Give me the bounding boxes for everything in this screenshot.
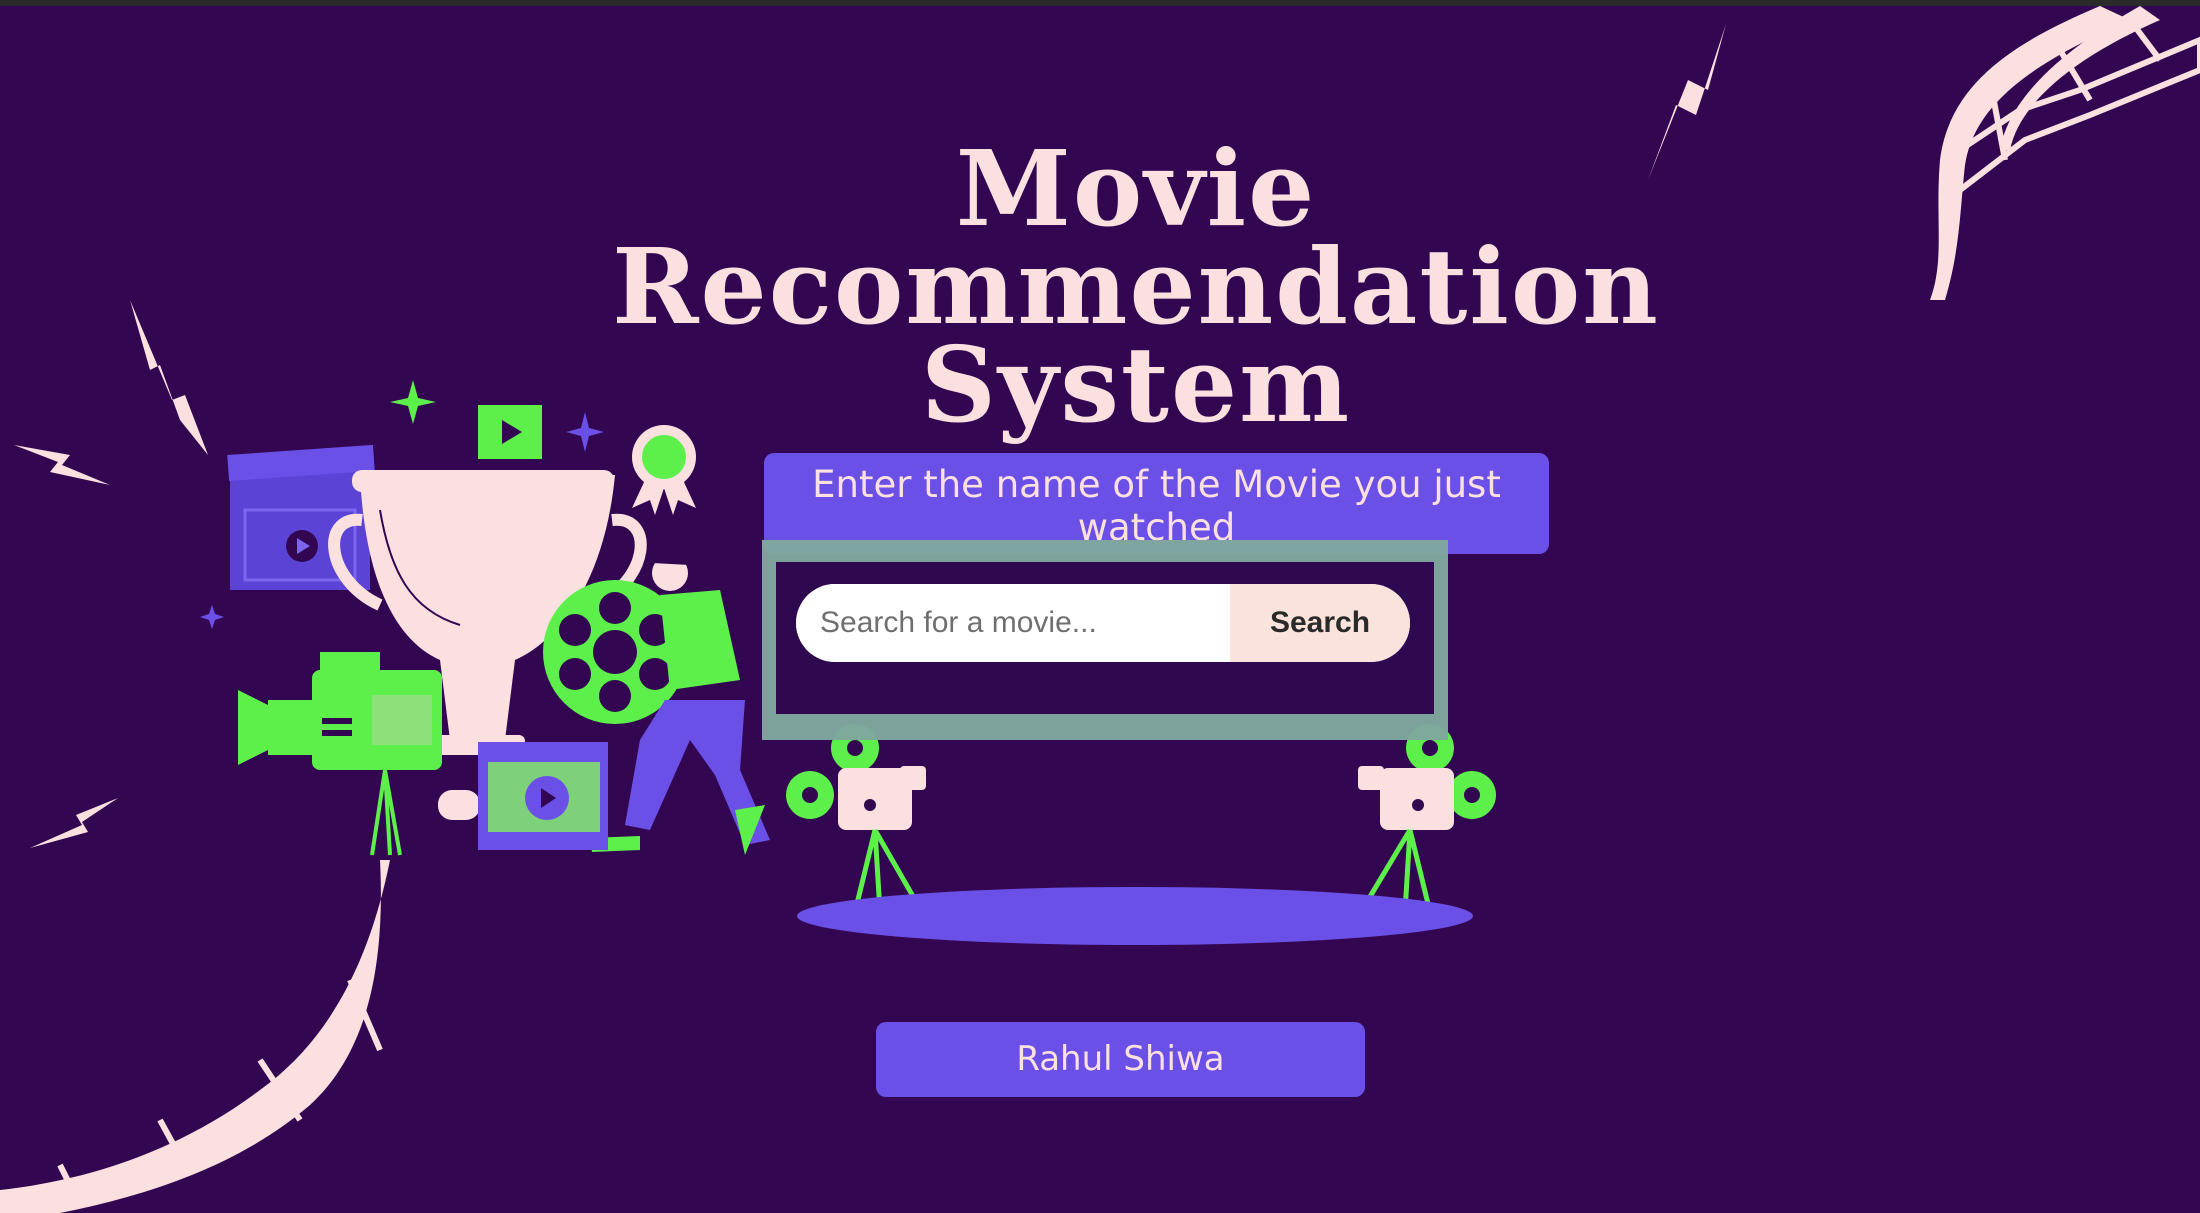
- title-line: Recommendation: [612, 224, 1660, 348]
- film-strip-icon: [0, 860, 390, 1213]
- search-prompt: Enter the name of the Movie you just wat…: [764, 453, 1549, 554]
- search-input[interactable]: [796, 584, 1230, 662]
- movie-projector-icon: [786, 724, 926, 913]
- author-badge: Rahul Shiwa: [876, 1022, 1365, 1097]
- title-line: System: [920, 322, 1352, 446]
- search-button[interactable]: Search: [1230, 584, 1410, 662]
- page-title: Movie Recommendation System: [550, 126, 1722, 446]
- film-strip-play-icon: [438, 742, 608, 850]
- film-strip-icon: [1930, 6, 2200, 300]
- stage-platform: [797, 887, 1473, 945]
- search-form: Search: [796, 584, 1410, 662]
- play-icon: [478, 405, 542, 459]
- award-badge-icon: [632, 425, 696, 515]
- movie-projector-icon: [1358, 724, 1496, 913]
- video-camera-icon: [238, 652, 442, 856]
- title-line: Movie: [955, 126, 1317, 250]
